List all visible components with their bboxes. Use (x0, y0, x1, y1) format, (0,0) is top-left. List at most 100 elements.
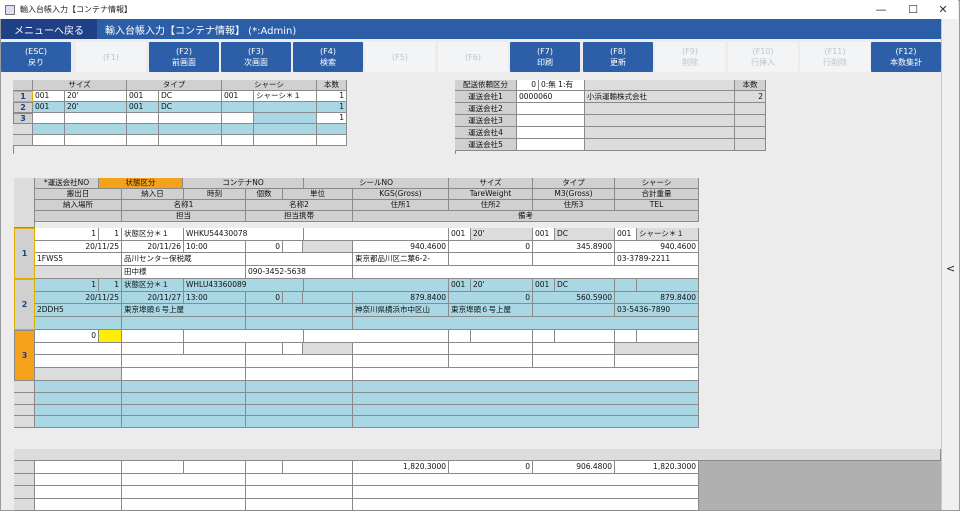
chassis-code-input[interactable] (222, 124, 254, 135)
fkey-f2-button[interactable]: (F2) 前画面 (149, 42, 219, 72)
qty-input[interactable] (246, 342, 283, 356)
type-code-input[interactable] (127, 135, 159, 146)
addr2-input[interactable] (449, 355, 533, 369)
row-header[interactable]: 2 (14, 279, 35, 330)
count-value[interactable] (317, 135, 347, 146)
chassis-code-input[interactable]: 001 (222, 91, 254, 102)
unit-code-input[interactable] (283, 240, 303, 254)
out-date-input[interactable]: 20/11/25 (35, 240, 122, 254)
name1-input[interactable]: 品川センター保税蔵 (122, 253, 246, 267)
seal-no-input[interactable] (304, 279, 449, 292)
mobile-input[interactable] (246, 368, 353, 381)
in-date-input[interactable] (122, 342, 184, 356)
remarks-input[interactable] (353, 317, 699, 330)
fkey-esc-button[interactable]: (ESC) 戻り (1, 42, 71, 72)
size-code-input[interactable] (33, 113, 65, 124)
carrier-code-input[interactable] (517, 127, 585, 139)
addr3-input[interactable] (533, 355, 615, 369)
type-code-input[interactable] (127, 113, 159, 124)
fkey-f5-button[interactable]: (F5) (365, 42, 435, 72)
addr1-input[interactable] (353, 355, 449, 369)
fkey-f4-button[interactable]: (F4) 検索 (293, 42, 363, 72)
addr1-input[interactable]: 東京都品川区二葉6-2- (353, 253, 449, 267)
m3-input[interactable]: 345.8900 (533, 240, 615, 254)
addr3-input[interactable] (533, 304, 615, 318)
person-input[interactable] (122, 368, 246, 381)
size-code-input[interactable] (449, 330, 471, 343)
type-code-input[interactable]: 001 (533, 279, 555, 292)
fkey-f12-button[interactable]: (F12) 本数集計 (871, 42, 941, 72)
size-code-input[interactable]: 001 (33, 91, 65, 102)
size-code-input[interactable]: 001 (449, 279, 471, 292)
close-icon[interactable]: ✕ (928, 0, 958, 19)
seal-no-input[interactable] (304, 330, 449, 343)
unit-code-input[interactable] (283, 342, 303, 356)
carrier-code-input[interactable] (517, 139, 585, 151)
carrier-code-input[interactable]: 0000060 (517, 91, 585, 103)
fkey-f6-button[interactable]: (F6) (438, 42, 508, 72)
row-header[interactable]: 1 (13, 91, 33, 102)
fkey-f3-button[interactable]: (F3) 次画面 (221, 42, 291, 72)
addr1-input[interactable]: 神奈川県横浜市中区山 (353, 304, 449, 318)
carrier-code-input[interactable] (517, 103, 585, 115)
tare-input[interactable]: 0 (449, 240, 533, 254)
place-code-input[interactable]: 1FWS5 (35, 253, 122, 267)
container-no-input[interactable]: WHLU43360089 (184, 279, 304, 292)
tel-input[interactable]: 03-5436-7890 (615, 304, 699, 318)
collapse-panel-icon[interactable]: < (946, 262, 955, 275)
request-input[interactable]: 0 (517, 80, 539, 91)
fkey-f10-button[interactable]: (F10) 行挿入 (728, 42, 798, 72)
m3-input[interactable] (533, 342, 615, 356)
name2-input[interactable] (246, 304, 353, 318)
fkey-f7-button[interactable]: (F7) 印刷 (510, 42, 580, 72)
count-value[interactable]: 1 (317, 113, 347, 124)
chassis-code-input[interactable] (222, 113, 254, 124)
status-code-input[interactable]: 1 (99, 279, 122, 292)
carrier-no-input[interactable]: 0 (35, 330, 99, 343)
time-input[interactable]: 10:00 (184, 240, 246, 254)
carrier-code-input[interactable] (517, 115, 585, 127)
qty-input[interactable]: 0 (246, 291, 283, 305)
container-no-input[interactable] (184, 330, 304, 343)
size-code-input[interactable]: 001 (33, 102, 65, 113)
addr2-input[interactable] (449, 253, 533, 267)
container-no-input[interactable]: WHKU54430078 (184, 228, 304, 241)
fkey-f11-button[interactable]: (F11) 行削除 (800, 42, 870, 72)
size-code-input[interactable] (33, 124, 65, 135)
name1-input[interactable] (122, 355, 246, 369)
seal-no-input[interactable] (304, 228, 449, 241)
kgs-input[interactable] (353, 342, 449, 356)
person-input[interactable] (122, 317, 246, 330)
kgs-input[interactable]: 879.8400 (353, 291, 449, 305)
chassis-code-input[interactable] (615, 330, 637, 343)
name1-input[interactable]: 東京埠頭６号上屋 (122, 304, 246, 318)
chassis-code-input[interactable] (615, 279, 637, 292)
tare-input[interactable]: 0 (449, 291, 533, 305)
name2-input[interactable] (246, 355, 353, 369)
place-code-input[interactable]: 2DDH5 (35, 304, 122, 318)
in-date-input[interactable]: 20/11/27 (122, 291, 184, 305)
fkey-f9-button[interactable]: (F9) 削除 (655, 42, 725, 72)
addr2-input[interactable]: 東京埠頭６号上屋 (449, 304, 533, 318)
tel-input[interactable]: 03-3789-2211 (615, 253, 699, 267)
mobile-input[interactable] (246, 317, 353, 330)
type-code-input[interactable]: 001 (127, 91, 159, 102)
type-code-input[interactable] (533, 330, 555, 343)
type-code-input[interactable] (127, 124, 159, 135)
unit-code-input[interactable] (283, 291, 303, 305)
remarks-input[interactable] (353, 368, 699, 381)
size-code-input[interactable] (33, 135, 65, 146)
remarks-input[interactable] (353, 266, 699, 279)
out-date-input[interactable]: 20/11/25 (35, 291, 122, 305)
count-value[interactable]: 1 (317, 91, 347, 102)
addr3-input[interactable] (533, 253, 615, 267)
tare-input[interactable] (449, 342, 533, 356)
type-code-input[interactable]: 001 (127, 102, 159, 113)
chassis-code-input[interactable] (222, 102, 254, 113)
fkey-f1-button[interactable]: (F1) (76, 42, 146, 72)
carrier-no-input[interactable]: 1 (35, 228, 99, 241)
mobile-input[interactable]: 090-3452-5638 (246, 266, 353, 279)
name2-input[interactable] (246, 253, 353, 267)
chassis-code-input[interactable]: 001 (615, 228, 637, 241)
in-date-input[interactable]: 20/11/26 (122, 240, 184, 254)
